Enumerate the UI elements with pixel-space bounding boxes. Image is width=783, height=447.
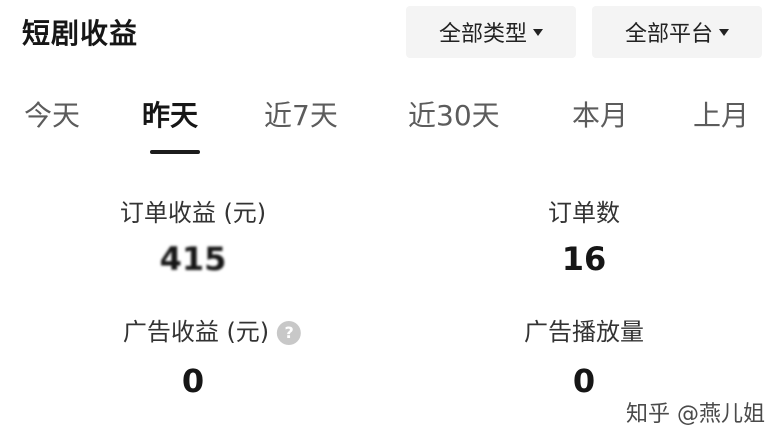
- tab-last-30-days[interactable]: 近30天: [408, 94, 500, 134]
- ad-revenue-label: 广告收益 (元): [122, 318, 270, 346]
- order-count-value: 16: [561, 240, 607, 278]
- tab-yesterday[interactable]: 昨天: [142, 94, 198, 134]
- caret-down-icon: [533, 28, 543, 36]
- order-revenue-label: 订单收益 (元): [119, 199, 267, 227]
- filter-platform-dropdown[interactable]: 全部平台: [592, 6, 762, 58]
- filter-type-label: 全部类型: [438, 22, 527, 47]
- ad-revenue-value: 0: [181, 362, 205, 400]
- order-count-label: 订单数: [548, 199, 620, 227]
- active-tab-indicator: [150, 150, 200, 154]
- tab-this-month[interactable]: 本月: [572, 94, 628, 134]
- header: 短剧收益 全部类型 全部平台: [0, 0, 783, 68]
- caret-down-icon: [719, 28, 729, 36]
- tab-today[interactable]: 今天: [24, 94, 80, 134]
- tab-last-7-days[interactable]: 近7天: [264, 94, 338, 134]
- page-title: 短剧收益: [22, 17, 139, 50]
- date-range-tabs: 今天 昨天 近7天 近30天 本月 上月: [0, 80, 783, 160]
- ad-plays-value: 0: [572, 362, 596, 400]
- ad-plays-label: 广告播放量: [524, 318, 644, 346]
- help-icon[interactable]: ?: [277, 321, 302, 345]
- order-revenue-value: 415: [159, 240, 227, 278]
- filter-type-dropdown[interactable]: 全部类型: [406, 6, 576, 58]
- ad-revenue-label-group: 广告收益 (元)?: [122, 312, 302, 347]
- tab-last-month[interactable]: 上月: [693, 94, 749, 134]
- watermark: 知乎 @燕儿姐: [626, 402, 765, 427]
- filter-platform-label: 全部平台: [624, 22, 713, 47]
